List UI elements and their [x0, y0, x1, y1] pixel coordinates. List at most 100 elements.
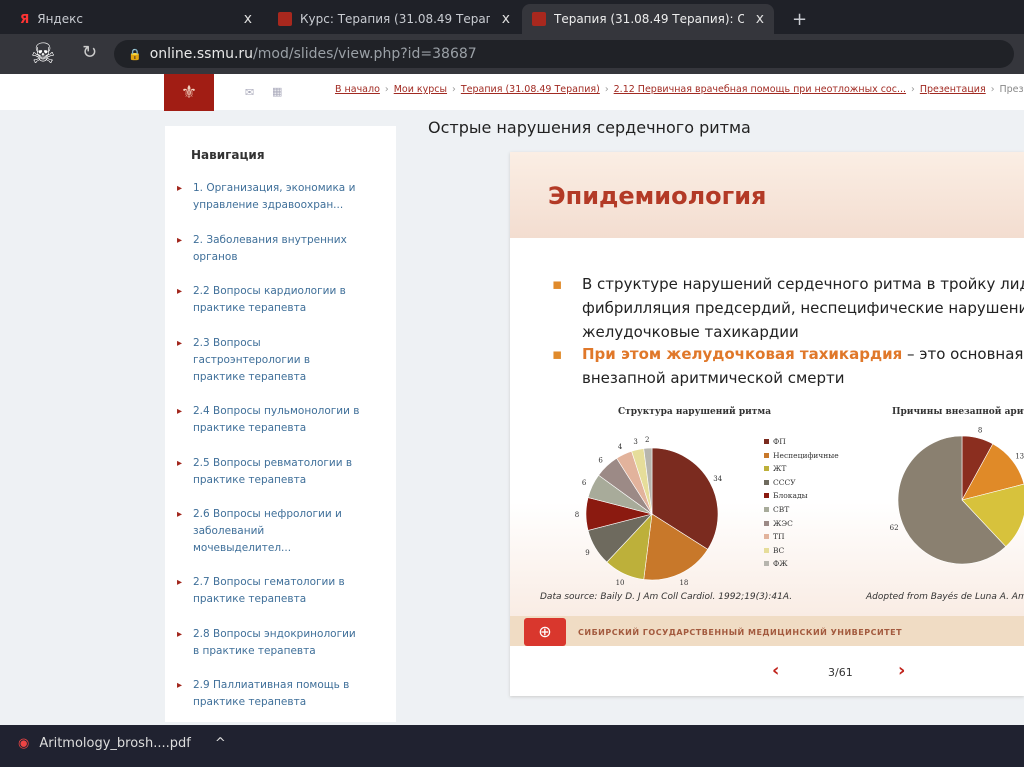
- download-item[interactable]: ◉ Aritmology_brosh....pdf ^: [18, 736, 226, 751]
- chrome-icon: ◉: [18, 736, 30, 751]
- chart-1-data-label: 34: [713, 475, 722, 483]
- chart-2-data-label: 13: [1015, 452, 1024, 460]
- chart-1-data-label: 10: [616, 579, 625, 587]
- breadcrumb: В начало › Мои курсы › Терапия (31.08.49 Т…: [335, 84, 1024, 95]
- chart-1-data-label: 9: [585, 549, 589, 557]
- legend-swatch: [764, 561, 769, 567]
- legend-entry: СВТ: [764, 505, 789, 514]
- url-input[interactable]: 🔒 online.ssmu.ru/mod/slides/view.php?id=3…: [114, 40, 1014, 68]
- mail-icon[interactable]: ✉: [245, 86, 254, 99]
- legend-swatch: [764, 547, 769, 553]
- legend-entry: ТП: [764, 532, 785, 541]
- legend-swatch: [764, 534, 769, 540]
- close-tab-icon[interactable]: x: [502, 11, 510, 27]
- chart-1-data-label: 6: [598, 456, 603, 464]
- calendar-icon[interactable]: ▦: [272, 85, 282, 98]
- chevron-up-icon[interactable]: ^: [215, 736, 226, 751]
- tab-label: Курс: Терапия (31.08.49 Терапия): [300, 12, 490, 26]
- chart-1-data-label: 6: [582, 479, 587, 487]
- nav-item[interactable]: 2.4 Вопросы пульмонологии в практике тер…: [177, 403, 363, 437]
- chart-1-data-label: 8: [575, 511, 579, 519]
- nav-item[interactable]: 2. Заболевания внутренних органов: [177, 232, 363, 266]
- legend-label: ВС: [773, 545, 785, 555]
- chart-1-data-label: 4: [618, 443, 623, 451]
- navigation-title: Навигация: [191, 148, 265, 162]
- page-counter: 3/61: [828, 666, 853, 679]
- nav-item[interactable]: 2.7 Вопросы гематологии в практике терап…: [177, 574, 363, 608]
- source-2: Adopted from Bayés de Luna A. Am: [866, 592, 1024, 602]
- slide-pager: [510, 646, 1024, 696]
- legend-swatch: [764, 466, 769, 472]
- page-title: Острые нарушения сердечного ритма: [428, 118, 751, 137]
- legend-label: СВТ: [773, 505, 790, 514]
- legend-label: ФЖ: [773, 559, 788, 569]
- legend-label: Блокады: [773, 491, 808, 501]
- legend-entry: ЖЭС: [764, 519, 793, 528]
- first-aid-kit-icon: ⊕: [524, 618, 566, 646]
- chart-2-data-label: 62: [890, 524, 899, 532]
- legend-label: Неспецифичные: [773, 450, 839, 460]
- legend-swatch: [764, 507, 769, 512]
- tab-course[interactable]: Курс: Терапия (31.08.49 Терапия) x: [268, 4, 520, 34]
- legend-swatch: [764, 493, 769, 499]
- navigation-block: Навигация 1. Организация, экономика и уп…: [165, 126, 396, 722]
- chart-2-data-label: 8: [978, 426, 982, 434]
- tab-bar: Я Яндекс x Курс: Терапия (31.08.49 Терапия…: [0, 0, 1024, 34]
- nav-item[interactable]: 2.6 Вопросы нефрологии и заболеваний моч…: [177, 506, 343, 557]
- nav-item[interactable]: 2.5 Вопросы ревматологии в практике тера…: [177, 455, 363, 489]
- breadcrumb-current: През: [999, 84, 1024, 95]
- skull-avatar-icon: ☠: [30, 37, 56, 70]
- legend-label: ЖЭС: [773, 518, 793, 528]
- nav-item[interactable]: 1. Организация, экономика и управление з…: [177, 180, 363, 214]
- legend-entry: Неспецифичные: [764, 451, 839, 460]
- new-tab-button[interactable]: +: [782, 4, 817, 34]
- nav-item[interactable]: 2.9 Паллиативная помощь в практике терап…: [177, 677, 363, 711]
- next-slide-button[interactable]: ›: [898, 660, 905, 681]
- tab-active[interactable]: Терапия (31.08.49 Терапия): Ост x: [522, 4, 774, 34]
- university-name: СИБИРСКИЙ ГОСУДАРСТВЕННЫЙ МЕДИЦИНСКИЙ УН…: [578, 628, 903, 637]
- nav-item[interactable]: 2.2 Вопросы кардиологии в практике терап…: [177, 283, 363, 317]
- legend-label: ЖТ: [773, 464, 787, 474]
- close-tab-icon[interactable]: x: [756, 11, 764, 27]
- url-host: online.ssmu.ru: [149, 46, 254, 62]
- breadcrumb-link[interactable]: Мои курсы: [394, 84, 447, 95]
- chart-1-data-label: 2: [645, 436, 649, 444]
- url-path: /mod/slides/view.php?id=38687: [253, 46, 477, 62]
- tab-label: Яндекс: [37, 12, 83, 26]
- ssmu-favicon-icon: [532, 12, 546, 26]
- legend-swatch: [764, 439, 769, 444]
- legend-label: СССУ: [773, 477, 796, 487]
- legend-entry: ЖТ: [764, 464, 786, 473]
- prev-slide-button[interactable]: ‹: [772, 660, 779, 681]
- breadcrumb-link[interactable]: В начало: [335, 84, 380, 95]
- breadcrumb-link[interactable]: Презентация: [920, 84, 986, 95]
- tab-label: Терапия (31.08.49 Терапия): Ост: [554, 12, 744, 26]
- pie-charts: 34181098664328131762: [575, 426, 1024, 587]
- breadcrumb-link[interactable]: Терапия (31.08.49 Терапия): [461, 84, 600, 95]
- download-filename: Aritmology_brosh....pdf: [39, 736, 191, 751]
- legend-entry: ФП: [764, 437, 786, 446]
- breadcrumb-link[interactable]: 2.12 Первичная врачебная помощь при неот…: [614, 84, 906, 95]
- nav-item[interactable]: 2.3 Вопросы гастроэнтерологии в практике…: [177, 335, 313, 386]
- source-1: Data source: Baily D. J Am Coll Cardiol.…: [540, 592, 793, 602]
- nav-item[interactable]: 2.8 Вопросы эндокринологии в практике те…: [177, 626, 363, 660]
- legend-swatch: [764, 452, 769, 458]
- chart-1-data-label: 18: [679, 579, 688, 587]
- slide-viewer: Эпидемиология В структуре нарушений серд…: [510, 152, 1024, 696]
- lock-icon: 🔒: [128, 47, 142, 61]
- tab-yandex[interactable]: Я Яндекс x: [10, 4, 262, 34]
- ssmu-logo[interactable]: ⚜: [164, 74, 214, 111]
- yandex-icon: Я: [20, 12, 30, 26]
- chart-1-data-label: 3: [633, 438, 637, 446]
- ssmu-favicon-icon: [278, 12, 292, 26]
- legend-entry: ВС: [764, 546, 784, 555]
- legend-label: ФП: [773, 437, 786, 446]
- legend-swatch: [764, 479, 769, 485]
- legend-entry: ФЖ: [764, 559, 788, 568]
- close-tab-icon[interactable]: x: [244, 11, 252, 27]
- legend-swatch: [764, 520, 769, 526]
- legend-label: ТП: [773, 532, 785, 542]
- legend-entry: Блокады: [764, 491, 808, 500]
- reload-icon[interactable]: ↻: [82, 42, 97, 63]
- legend-entry: СССУ: [764, 478, 796, 487]
